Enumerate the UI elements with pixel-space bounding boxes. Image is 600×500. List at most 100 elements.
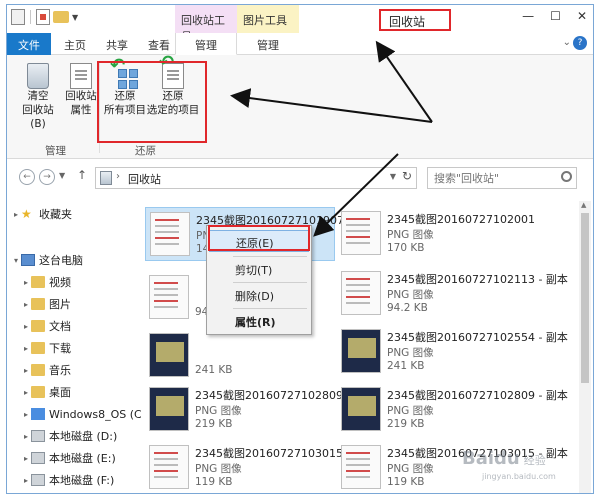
nav-this-pc[interactable]: ▾ 这台电脑 xyxy=(11,251,83,269)
nav-label: 音乐 xyxy=(49,364,71,377)
chevron-right-icon[interactable]: ▸ xyxy=(21,344,31,353)
watermark-url: jingyan.baidu.com xyxy=(482,472,556,481)
file-thumbnail xyxy=(341,271,381,315)
nav-drive-d[interactable]: ▸ 本地磁盘 (D:) xyxy=(21,427,117,445)
drive-icon xyxy=(31,474,45,486)
file-item[interactable]: 2345截图20160727102809 PNG 图像 219 KB xyxy=(145,383,343,437)
nav-drive-e[interactable]: ▸ 本地磁盘 (E:) xyxy=(21,449,116,467)
nav-label: 收藏夹 xyxy=(39,208,72,221)
file-item[interactable]: 2345截图20160727103015 PNG 图像 119 KB xyxy=(145,441,343,493)
back-button[interactable]: ← xyxy=(19,169,35,185)
file-item[interactable]: 2345截图20160727102113 - 副本 PNG 图像 94.2 KB xyxy=(337,267,568,321)
file-size: 241 KB xyxy=(387,360,425,372)
picture-tools-label: 图片工具 xyxy=(237,5,299,33)
recent-locations-dropdown[interactable]: ▼ xyxy=(59,171,65,180)
nav-desktop[interactable]: ▸ 桌面 xyxy=(21,383,71,401)
scroll-up-icon[interactable]: ▲ xyxy=(581,201,586,209)
file-name: 2345截图20160727103015 xyxy=(195,447,343,460)
chevron-down-icon[interactable]: ▼ xyxy=(72,13,78,22)
nav-music[interactable]: ▸ 音乐 xyxy=(21,361,71,379)
properties-icon[interactable] xyxy=(36,9,50,25)
chevron-right-icon[interactable]: ▸ xyxy=(21,322,31,331)
empty-recycle-bin-button[interactable]: 清空 回收站(B) xyxy=(15,61,61,131)
help-icon[interactable]: ? xyxy=(573,36,587,50)
watermark-sub: 经验 xyxy=(523,454,546,467)
divider xyxy=(233,308,307,309)
folder-icon xyxy=(31,342,45,354)
file-thumbnail xyxy=(149,445,189,489)
nav-drive-c[interactable]: ▸ Windows8_OS (C:) xyxy=(21,405,150,423)
refresh-icon[interactable]: ↻ xyxy=(402,169,412,183)
file-item[interactable]: 2345截图20160727102554 - 副本 PNG 图像 241 KB xyxy=(337,325,568,379)
file-size: 119 KB xyxy=(195,476,233,488)
chevron-right-icon[interactable]: ▸ xyxy=(21,388,31,397)
chevron-right-icon[interactable]: ▸ xyxy=(21,454,31,463)
nav-pictures[interactable]: ▸ 图片 xyxy=(21,295,71,313)
scrollbar-thumb[interactable] xyxy=(581,213,589,383)
menu-item-cut[interactable]: 剪切(T) xyxy=(209,258,309,280)
file-type: PNG 图像 xyxy=(387,463,434,475)
drive-icon xyxy=(31,430,45,442)
forward-button[interactable]: → xyxy=(39,169,55,185)
file-item[interactable]: 241 KB xyxy=(145,329,335,383)
folder-icon xyxy=(31,364,45,376)
chevron-right-icon[interactable]: ▸ xyxy=(21,278,31,287)
file-type: PNG 图像 xyxy=(387,405,434,417)
search-box[interactable] xyxy=(427,167,577,189)
chevron-right-icon[interactable]: ▸ xyxy=(11,210,21,219)
file-item[interactable]: 2345截图20160727102809 - 副本 PNG 图像 219 KB xyxy=(337,383,568,437)
nav-drive-f[interactable]: ▸ 本地磁盘 (F:) xyxy=(21,471,114,489)
tab-manage-picture[interactable]: 管理 xyxy=(237,33,299,55)
tab-manage-recycle[interactable]: 管理 xyxy=(175,33,237,55)
divider xyxy=(233,282,307,283)
chevron-right-icon[interactable]: › xyxy=(116,171,120,182)
chevron-right-icon[interactable]: ▸ xyxy=(21,410,31,419)
nav-videos[interactable]: ▸ 视频 xyxy=(21,273,71,291)
chevron-down-icon[interactable]: ▾ xyxy=(11,256,21,265)
close-button[interactable]: ✕ xyxy=(577,9,587,23)
nav-favorites[interactable]: ▸ ★ 收藏夹 xyxy=(11,205,72,223)
search-icon[interactable] xyxy=(561,171,572,182)
quick-access-toolbar: ▼ xyxy=(11,9,78,25)
nav-downloads[interactable]: ▸ 下载 xyxy=(21,339,71,357)
address-bar[interactable]: › 回收站 ▼ ↻ xyxy=(95,167,417,189)
menu-item-delete[interactable]: 删除(D) xyxy=(209,284,309,306)
search-input[interactable] xyxy=(428,168,556,188)
chevron-right-icon[interactable]: ▸ xyxy=(21,432,31,441)
file-thumbnail xyxy=(341,329,381,373)
tab-file[interactable]: 文件 xyxy=(7,33,51,55)
file-size: 119 KB xyxy=(387,476,425,488)
maximize-button[interactable]: ☐ xyxy=(550,9,561,23)
annotation-highlight-box xyxy=(208,225,310,251)
group-label-restore: 还原 xyxy=(135,145,156,157)
menu-item-properties[interactable]: 属性(R) xyxy=(209,310,309,332)
computer-icon xyxy=(21,254,35,266)
chevron-right-icon[interactable]: ▸ xyxy=(21,366,31,375)
app-icon[interactable] xyxy=(11,9,25,25)
nav-documents[interactable]: ▸ 文档 xyxy=(21,317,71,335)
up-button[interactable]: ↑ xyxy=(77,168,87,182)
tab-share[interactable]: 共享 xyxy=(99,33,135,55)
file-type: PNG 图像 xyxy=(387,347,434,359)
drive-icon xyxy=(31,452,45,464)
recycle-bin-icon xyxy=(100,171,112,185)
file-thumbnail xyxy=(341,445,381,489)
button-label: 回收站(B) xyxy=(22,104,54,130)
navigation-pane: ▸ ★ 收藏夹 ▾ 这台电脑 ▸ 视频 ▸ 图片 ▸ 文档 ▸ 下载 ▸ 音乐 … xyxy=(7,201,150,493)
new-folder-icon[interactable] xyxy=(53,11,69,23)
expand-ribbon-icon[interactable]: ⌄ xyxy=(563,37,571,48)
tab-home[interactable]: 主页 xyxy=(57,33,93,55)
address-history-dropdown[interactable]: ▼ xyxy=(390,172,396,181)
folder-icon xyxy=(31,298,45,310)
minimize-button[interactable]: — xyxy=(522,9,534,23)
star-icon: ★ xyxy=(21,207,32,221)
chevron-right-icon[interactable]: ▸ xyxy=(21,300,31,309)
file-size: 94.2 KB xyxy=(387,302,428,314)
address-path[interactable]: 回收站 xyxy=(128,171,161,187)
vertical-scrollbar[interactable]: ▲ xyxy=(579,201,591,493)
nav-label: 桌面 xyxy=(49,386,71,399)
file-thumbnail xyxy=(150,212,190,256)
file-item[interactable]: 2345截图20160727102001 PNG 图像 170 KB xyxy=(337,207,535,261)
file-size: 241 KB xyxy=(195,364,233,376)
chevron-right-icon[interactable]: ▸ xyxy=(21,476,31,485)
